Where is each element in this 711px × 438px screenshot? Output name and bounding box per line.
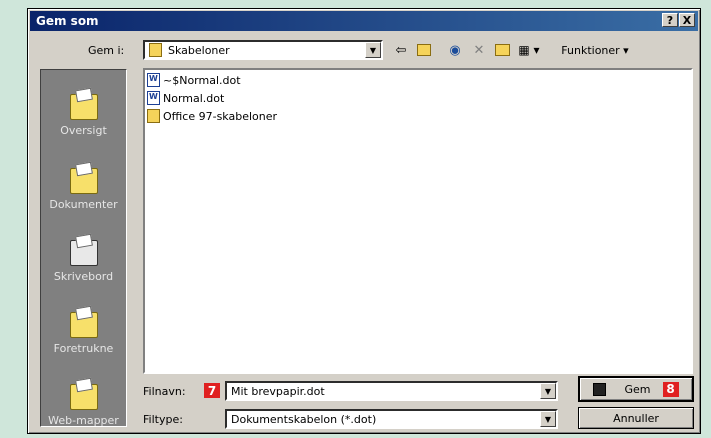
place-label: Dokumenter: [49, 198, 118, 211]
filename-value: Mit brevpapir.dot: [231, 384, 325, 398]
documents-folder-icon: [69, 168, 98, 194]
window-title: Gem som: [36, 14, 99, 28]
save-in-value: Skabeloner: [168, 43, 230, 57]
close-button[interactable]: X: [679, 13, 695, 27]
word-document-icon: [147, 91, 160, 105]
history-icon: [69, 94, 98, 120]
step-badge-8: 8: [662, 381, 679, 397]
place-web-folders[interactable]: Web-mapper: [41, 384, 126, 427]
chevron-down-icon[interactable]: ▼: [365, 42, 381, 58]
functions-menu[interactable]: Funktioner ▾: [550, 41, 640, 59]
title-bar: Gem som ? X: [30, 11, 698, 31]
save-as-dialog: Gem som ? X Gem i: Skabeloner ▼ ⇦ ◉ ✕ ▦ …: [27, 8, 701, 434]
delete-icon[interactable]: ✕: [470, 41, 488, 59]
place-favorites[interactable]: Foretrukne: [41, 312, 126, 355]
views-icon[interactable]: ▦ ▾: [516, 41, 542, 59]
place-label: Skrivebord: [53, 270, 114, 283]
new-folder-icon[interactable]: [492, 41, 512, 59]
desktop-icon: [69, 240, 98, 266]
filename-input[interactable]: Mit brevpapir.dot ▼: [225, 381, 558, 401]
place-overview[interactable]: Oversigt: [41, 94, 126, 137]
step-badge-7: 7: [204, 383, 220, 398]
favorites-folder-icon: [69, 312, 98, 338]
list-item[interactable]: Office 97-skabeloner: [147, 108, 277, 124]
place-label: Web-mapper: [48, 414, 119, 427]
place-desktop[interactable]: Skrivebord: [41, 240, 126, 283]
back-icon[interactable]: ⇦: [392, 41, 410, 59]
filetype-label: Filtype:: [143, 413, 183, 426]
list-item[interactable]: Normal.dot: [147, 90, 224, 106]
functions-label: Funktioner: [561, 43, 620, 57]
file-name: Normal.dot: [163, 91, 225, 105]
file-list[interactable]: ~$Normal.dot Normal.dot Office 97-skabel…: [143, 68, 693, 374]
save-label: Gem: [624, 382, 651, 396]
save-in-label: Gem i:: [88, 44, 125, 57]
word-document-icon: [147, 73, 160, 87]
chevron-down-icon[interactable]: ▼: [540, 411, 556, 427]
list-item[interactable]: ~$Normal.dot: [147, 72, 241, 88]
place-label: Oversigt: [60, 124, 107, 137]
folder-icon: [149, 43, 162, 57]
file-name: Office 97-skabeloner: [163, 109, 278, 123]
cancel-button[interactable]: Annuller: [578, 407, 694, 429]
place-label: Foretrukne: [53, 342, 114, 355]
chevron-down-icon[interactable]: ▼: [540, 383, 556, 399]
place-documents[interactable]: Dokumenter: [41, 168, 126, 211]
web-folder-icon: [69, 384, 98, 410]
filetype-value: Dokumentskabelon (*.dot): [231, 412, 377, 426]
places-bar: Oversigt Dokumenter Skrivebord Foretrukn…: [40, 69, 127, 427]
file-name: ~$Normal.dot: [163, 73, 241, 87]
help-button[interactable]: ?: [662, 13, 678, 27]
save-button[interactable]: Gem 8: [578, 376, 694, 402]
up-folder-icon[interactable]: [415, 41, 433, 59]
filename-label: Filnavn:: [143, 385, 186, 398]
save-in-dropdown[interactable]: Skabeloner ▼: [143, 40, 383, 60]
cancel-label: Annuller: [613, 411, 659, 425]
filetype-dropdown[interactable]: Dokumentskabelon (*.dot) ▼: [225, 409, 558, 429]
floppy-disk-icon: [593, 382, 607, 396]
search-web-icon[interactable]: ◉: [445, 41, 465, 59]
folder-icon: [147, 109, 160, 123]
